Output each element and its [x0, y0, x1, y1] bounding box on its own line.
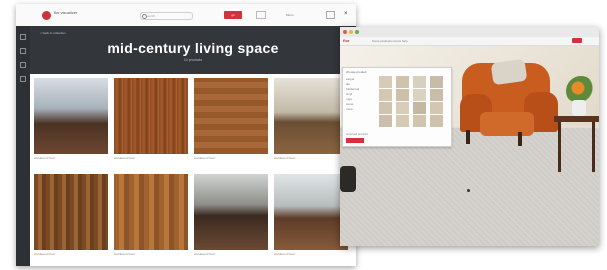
product-caption: Hardwood Floor: [274, 156, 296, 160]
swatch-tile[interactable]: [430, 89, 443, 101]
action-button[interactable]: [572, 38, 582, 43]
swatch-tile[interactable]: [413, 102, 426, 114]
share-icon[interactable]: [20, 76, 26, 82]
page-subtitle: 10 products: [183, 58, 203, 62]
swatch-tile[interactable]: [430, 76, 443, 88]
product-caption: Hardwood Floor: [274, 252, 296, 256]
vase: [572, 100, 586, 116]
settings-icon[interactable]: [20, 62, 26, 68]
product-caption: Hardwood Floor: [114, 252, 136, 256]
sidebar: [16, 26, 30, 266]
close-dot-icon[interactable]: [343, 30, 347, 34]
swatch-tile[interactable]: [379, 89, 392, 101]
search-input[interactable]: search: [140, 12, 193, 20]
swatch-tile[interactable]: [413, 76, 426, 88]
swatch-tile[interactable]: [379, 115, 392, 127]
swatch-tile[interactable]: [413, 115, 426, 127]
apply-button[interactable]: [346, 138, 364, 143]
folder-icon[interactable]: [20, 48, 26, 54]
menu-link[interactable]: Menu: [286, 13, 294, 17]
app-toolbar: flor home products rooms help: [340, 37, 599, 46]
page-title: mid-century living space: [107, 40, 279, 56]
chair-leg: [466, 130, 470, 144]
top-bar: flor visualizer search go Menu ×: [16, 4, 356, 27]
swatch-tile[interactable]: [379, 102, 392, 114]
product-image: [274, 174, 348, 250]
logo-icon: [42, 11, 51, 20]
grid-view-icon[interactable]: [256, 11, 266, 19]
product-caption: Hardwood Floor: [34, 252, 56, 256]
pillow: [490, 58, 528, 86]
swatch-tile[interactable]: [396, 102, 409, 114]
swatch-tile[interactable]: [379, 76, 392, 88]
gallery-window: flor visualizer search go Menu × < back …: [16, 4, 356, 266]
product-tile[interactable]: Hardwood Floor: [114, 78, 188, 160]
swatch-tile[interactable]: [396, 76, 409, 88]
product-image: [114, 78, 188, 154]
product-image: [34, 78, 108, 154]
table-leg: [558, 122, 561, 172]
visualizer-window: flor home products rooms help choose pro…: [340, 27, 599, 246]
chair-leg: [518, 132, 522, 146]
product-tile[interactable]: Hardwood Floor: [274, 78, 348, 160]
minimize-dot-icon[interactable]: [349, 30, 353, 34]
app-nav[interactable]: home products rooms help: [372, 39, 408, 43]
armchair-seat: [480, 112, 534, 136]
product-grid: Hardwood Floor Hardwood Floor Hardwood F…: [34, 78, 356, 266]
shoe: [340, 166, 356, 192]
category-item[interactable]: more: [346, 107, 376, 112]
product-tile[interactable]: Hardwood Floor: [34, 174, 108, 256]
product-image: [194, 78, 268, 154]
product-tile[interactable]: Hardwood Floor: [194, 174, 268, 256]
cursor-marker: [467, 189, 470, 192]
swatch-tile[interactable]: [396, 115, 409, 127]
close-icon[interactable]: ×: [344, 11, 348, 18]
go-button[interactable]: go: [224, 11, 242, 19]
swatch-tile[interactable]: [396, 89, 409, 101]
search-icon: [142, 14, 147, 19]
breadcrumb[interactable]: < back to collection: [40, 31, 66, 35]
product-image: [114, 174, 188, 250]
product-tile[interactable]: Hardwood Floor: [34, 78, 108, 160]
collection-banner: < back to collection mid-century living …: [30, 26, 356, 74]
swatch-tile[interactable]: [430, 102, 443, 114]
table-leg: [592, 122, 595, 172]
product-caption: Hardwood Floor: [34, 156, 56, 160]
product-tile[interactable]: Hardwood Floor: [114, 174, 188, 256]
product-tile[interactable]: Hardwood Floor: [194, 78, 268, 160]
product-caption: Hardwood Floor: [194, 156, 216, 160]
swatch-tile[interactable]: [413, 89, 426, 101]
cart-icon[interactable]: [326, 11, 335, 19]
panel-footer: selected product: [346, 132, 369, 136]
logo-text: flor visualizer: [54, 10, 78, 15]
maximize-dot-icon[interactable]: [355, 30, 359, 34]
panel-header: choose product: [346, 70, 367, 74]
product-caption: Hardwood Floor: [114, 156, 136, 160]
home-icon[interactable]: [20, 34, 26, 40]
product-caption: Hardwood Floor: [194, 252, 216, 256]
category-list: carpet tile hardwood vinyl rugs stone mo…: [346, 77, 376, 112]
room-scene[interactable]: choose product carpet tile hardwood viny…: [340, 46, 599, 246]
product-picker-panel: choose product carpet tile hardwood viny…: [342, 67, 452, 147]
product-image: [34, 174, 108, 250]
product-tile[interactable]: Hardwood Floor: [274, 174, 348, 256]
swatch-grid: [379, 76, 449, 130]
location-field[interactable]: [192, 13, 218, 18]
product-image: [274, 78, 348, 154]
swatch-tile[interactable]: [430, 115, 443, 127]
product-image: [194, 174, 268, 250]
app-logo: flor: [343, 38, 350, 43]
